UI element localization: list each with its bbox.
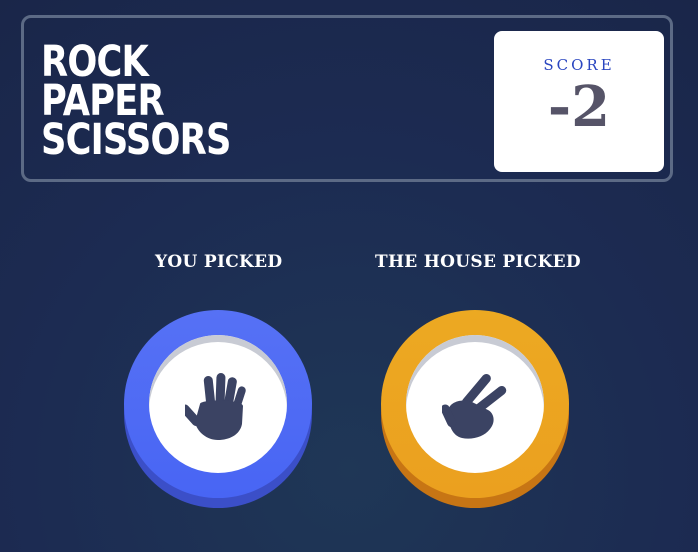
token-face [406, 335, 544, 473]
scissors-hand-icon [442, 373, 507, 439]
paper-hand-icon [185, 373, 246, 440]
token-face [149, 335, 287, 473]
player-paper-token [124, 310, 312, 508]
score-value: -2 [547, 74, 611, 140]
game-title: ROCK PAPER SCISSORS [41, 41, 231, 165]
title-line-scissors: SCISSORS [41, 115, 231, 165]
you-picked-label: YOU PICKED [155, 252, 283, 272]
game-header: ROCK PAPER SCISSORS SCORE -2 [21, 15, 673, 182]
score-label: SCORE [543, 56, 615, 74]
house-picked-label: THE HOUSE PICKED [375, 252, 581, 272]
house-scissors-token [381, 310, 569, 508]
score-box: SCORE -2 [494, 31, 664, 172]
